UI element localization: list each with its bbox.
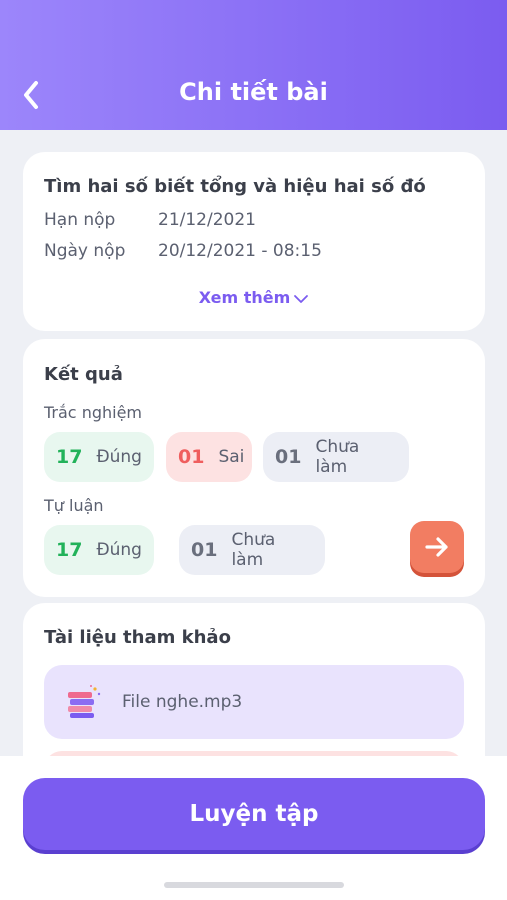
practice-button[interactable]: Luyện tập bbox=[23, 778, 485, 850]
mc-correct-count: 17 bbox=[56, 446, 83, 468]
essay-correct-label: Đúng bbox=[96, 540, 142, 560]
essay-correct-count: 17 bbox=[56, 539, 83, 561]
mc-wrong-label: Sai bbox=[218, 447, 245, 467]
mc-wrong-count: 01 bbox=[178, 446, 205, 468]
essay-label: Tự luận bbox=[44, 496, 104, 515]
submitted-label: Ngày nộp bbox=[44, 241, 126, 261]
books-icon bbox=[68, 685, 101, 718]
mc-undone-badge: 01 Chưa làm bbox=[263, 432, 409, 482]
essay-correct-badge: 17 Đúng bbox=[44, 525, 154, 575]
references-title: Tài liệu tham khảo bbox=[44, 627, 231, 648]
essay-undone-label: Chưa làm bbox=[231, 530, 276, 570]
view-result-button[interactable] bbox=[410, 521, 464, 573]
mc-undone-label: Chưa làm bbox=[315, 437, 360, 477]
mc-correct-badge: 17 Đúng bbox=[44, 432, 154, 482]
multiple-choice-label: Trắc nghiệm bbox=[44, 403, 142, 422]
header-bar: Chi tiết bài bbox=[0, 0, 507, 130]
essay-undone-count: 01 bbox=[191, 539, 218, 561]
see-more-label: Xem thêm bbox=[198, 288, 291, 307]
result-card: Kết quả Trắc nghiệm 17 Đúng 01 Sai 01 Ch… bbox=[23, 339, 485, 597]
page-title: Chi tiết bài bbox=[179, 78, 328, 106]
reference-file-name: File nghe.mp3 bbox=[122, 692, 243, 712]
essay-undone-badge: 01 Chưa làm bbox=[179, 525, 325, 575]
mc-correct-label: Đúng bbox=[96, 447, 142, 467]
see-more-button[interactable]: Xem thêm bbox=[23, 288, 485, 307]
chevron-down-icon bbox=[294, 294, 309, 303]
arrow-right-icon bbox=[425, 537, 448, 557]
deadline-value: 21/12/2021 bbox=[158, 210, 256, 230]
mc-undone-count: 01 bbox=[275, 446, 302, 468]
home-indicator bbox=[164, 882, 344, 888]
result-title: Kết quả bbox=[44, 364, 123, 385]
task-info-card: Tìm hai số biết tổng và hiệu hai số đó H… bbox=[23, 152, 485, 331]
task-title: Tìm hai số biết tổng và hiệu hai số đó bbox=[44, 176, 426, 197]
deadline-label: Hạn nộp bbox=[44, 210, 116, 230]
mc-wrong-badge: 01 Sai bbox=[166, 432, 252, 482]
submitted-value: 20/12/2021 - 08:15 bbox=[158, 241, 322, 261]
reference-file-item[interactable]: File nghe.mp3 bbox=[44, 665, 464, 739]
